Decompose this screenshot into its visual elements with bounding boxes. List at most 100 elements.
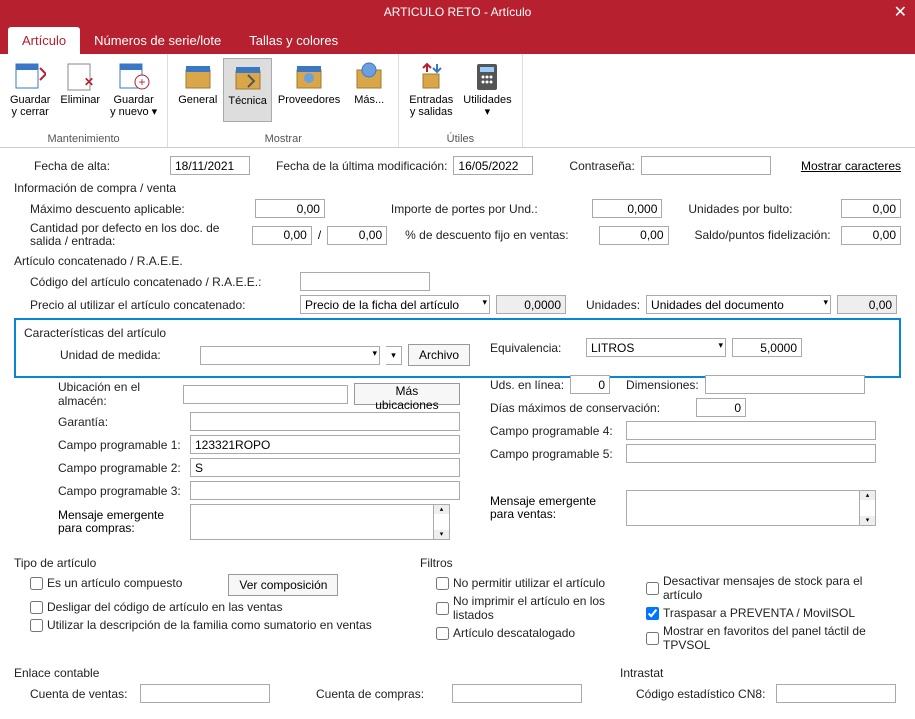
general-button[interactable]: General xyxy=(174,58,221,122)
saldo-input[interactable] xyxy=(841,226,901,245)
contrasena-input[interactable] xyxy=(641,156,771,175)
tab-tallas-colores[interactable]: Tallas y colores xyxy=(235,27,352,54)
msg-ventas-textarea[interactable] xyxy=(627,491,859,525)
desc-familia-check[interactable] xyxy=(30,619,43,632)
max-desc-label: Máximo descuento aplicable: xyxy=(14,202,249,216)
msg-compras-textarea[interactable] xyxy=(191,505,433,539)
ribbon: Guardar y cerrar ✕ Eliminar + Guardar y … xyxy=(0,54,915,148)
intrastat-title: Intrastat xyxy=(620,666,901,680)
close-icon[interactable]: ✕ xyxy=(894,2,907,22)
traspasar-label: Traspasar a PREVENTA / MovilSOL xyxy=(663,606,855,620)
campo2-label: Campo programable 2: xyxy=(14,461,184,475)
content-area: Fecha de alta: Fecha de la última modifi… xyxy=(0,148,915,719)
mas-button[interactable]: Más... xyxy=(346,58,392,122)
mostrar-caracteres-link[interactable]: Mostrar caracteres xyxy=(801,159,901,173)
equiv-val-input[interactable] xyxy=(732,338,802,357)
arrows-icon xyxy=(415,60,447,92)
archivo-button[interactable]: Archivo xyxy=(408,344,470,366)
fecha-alta-input[interactable] xyxy=(170,156,250,175)
msg-compras-box: ▴▾ xyxy=(190,504,450,540)
save-new-icon: + xyxy=(118,60,150,92)
favoritos-check[interactable] xyxy=(646,632,659,645)
max-desc-input[interactable] xyxy=(255,199,325,218)
ver-composicion-button[interactable]: Ver composición xyxy=(228,574,338,596)
msg-ventas-spin[interactable]: ▴▾ xyxy=(859,491,875,525)
campo5-input[interactable] xyxy=(626,444,876,463)
uds-bulto-input[interactable] xyxy=(841,199,901,218)
desactivar-stock-check[interactable] xyxy=(646,582,659,595)
dias-max-label: Días máximos de conservación: xyxy=(490,401,690,415)
pct-desc-label: % de descuento fijo en ventas: xyxy=(405,228,592,242)
window-title: ARTICULO RETO - Artículo xyxy=(384,5,532,19)
descatalogado-check[interactable] xyxy=(436,627,449,640)
mas-ubicaciones-button[interactable]: Más ubicaciones xyxy=(354,383,460,405)
ribbon-group-mantenimiento: Guardar y cerrar ✕ Eliminar + Guardar y … xyxy=(0,54,168,147)
uds-bulto-label: Unidades por bulto: xyxy=(688,202,835,216)
tool-icon xyxy=(232,61,264,93)
tecnica-button[interactable]: Técnica xyxy=(223,58,272,122)
window-titlebar: ARTICULO RETO - Artículo ✕ xyxy=(0,0,915,24)
cant-salida-input[interactable] xyxy=(252,226,312,245)
equiv-label: Equivalencia: xyxy=(490,341,580,355)
cant-entrada-input[interactable] xyxy=(327,226,387,245)
chevron-down-icon[interactable]: ▾ xyxy=(386,346,402,365)
tab-serie-lote[interactable]: Números de serie/lote xyxy=(80,27,235,54)
pct-desc-input[interactable] xyxy=(599,226,669,245)
ribbon-label-mantenimiento: Mantenimiento xyxy=(48,133,120,145)
entradas-salidas-button[interactable]: Entradas y salidas xyxy=(405,58,457,120)
svg-text:✕: ✕ xyxy=(84,75,94,89)
unidades-concat-select[interactable]: Unidades del documento xyxy=(646,295,831,314)
fecha-mod-input xyxy=(453,156,533,175)
precio-concat-val xyxy=(496,295,566,314)
proveedores-button[interactable]: Proveedores xyxy=(274,58,344,122)
utilidades-button[interactable]: Utilidades ▾ xyxy=(459,58,515,120)
save-new-button[interactable]: + Guardar y nuevo ▾ xyxy=(106,58,161,120)
cta-ventas-input[interactable] xyxy=(140,684,270,703)
campo5-label: Campo programable 5: xyxy=(490,447,620,461)
ribbon-group-utiles: Entradas y salidas Utilidades ▾ Útiles xyxy=(399,54,522,147)
campo4-label: Campo programable 4: xyxy=(490,424,620,438)
cta-compras-input[interactable] xyxy=(452,684,582,703)
campo4-input[interactable] xyxy=(626,421,876,440)
precio-concat-select[interactable]: Precio de la ficha del artículo xyxy=(300,295,490,314)
uds-linea-label: Uds. en línea: xyxy=(490,378,564,392)
fecha-mod-label: Fecha de la última modificación: xyxy=(276,159,447,173)
cn8-input[interactable] xyxy=(776,684,896,703)
importe-portes-input[interactable] xyxy=(592,199,662,218)
no-imprimir-check[interactable] xyxy=(436,602,449,615)
traspasar-check[interactable] xyxy=(646,607,659,620)
save-close-button[interactable]: Guardar y cerrar xyxy=(6,58,54,120)
dimensiones-label: Dimensiones: xyxy=(626,378,699,392)
equiv-select[interactable]: LITROS xyxy=(586,338,726,357)
codigo-concat-input[interactable] xyxy=(300,272,430,291)
garantia-input[interactable] xyxy=(190,412,460,431)
importe-portes-label: Importe de portes por Und.: xyxy=(391,202,586,216)
ubicacion-input[interactable] xyxy=(183,385,348,404)
delete-button[interactable]: ✕ Eliminar xyxy=(56,58,104,120)
uds-linea-input[interactable] xyxy=(570,375,610,394)
main-tabbar: Artículo Números de serie/lote Tallas y … xyxy=(0,24,915,54)
campo1-input[interactable] xyxy=(190,435,460,454)
cn8-label: Código estadístico CN8: xyxy=(620,687,770,701)
dias-max-input[interactable] xyxy=(696,398,746,417)
save-close-icon xyxy=(14,60,46,92)
descatalogado-label: Artículo descatalogado xyxy=(453,626,575,640)
no-imprimir-label: No imprimir el artículo en los listados xyxy=(453,594,640,622)
desligar-check[interactable] xyxy=(30,601,43,614)
campo2-input[interactable] xyxy=(190,458,460,477)
fecha-alta-label: Fecha de alta: xyxy=(14,159,164,173)
msg-ventas-label2: para ventas: xyxy=(490,508,620,521)
no-permitir-check[interactable] xyxy=(436,577,449,590)
unidades-concat-val xyxy=(837,295,897,314)
tab-articulo[interactable]: Artículo xyxy=(8,27,80,54)
dimensiones-input[interactable] xyxy=(705,375,865,394)
campo3-input[interactable] xyxy=(190,481,460,500)
msg-compras-spin[interactable]: ▴▾ xyxy=(433,505,449,539)
no-permitir-label: No permitir utilizar el artículo xyxy=(453,576,605,590)
calculator-icon xyxy=(471,60,503,92)
garantia-label: Garantía: xyxy=(14,415,184,429)
tipo-title: Tipo de artículo xyxy=(14,556,414,570)
compuesto-check[interactable] xyxy=(30,577,43,590)
unidad-medida-input[interactable] xyxy=(200,346,380,365)
svg-text:+: + xyxy=(138,75,145,89)
